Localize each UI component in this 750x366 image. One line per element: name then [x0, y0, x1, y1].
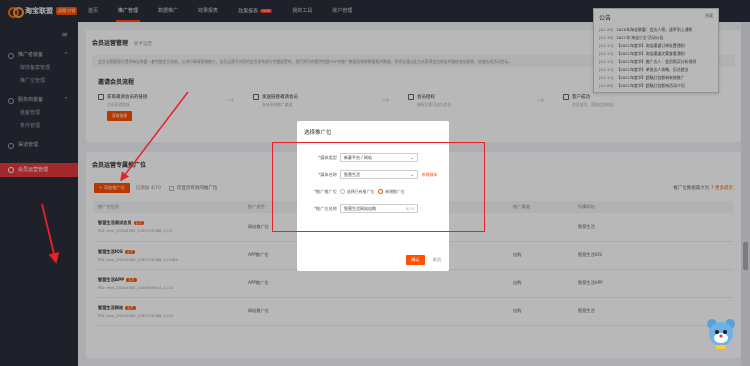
mascot-icon[interactable] — [706, 318, 736, 350]
annotation-box — [272, 142, 485, 232]
confirm-button[interactable]: 确认 — [406, 255, 425, 265]
cancel-button[interactable]: 取消 — [433, 257, 441, 263]
modal-footer: 确认 取消 — [406, 255, 441, 265]
modal-title: 选择推广位 — [297, 121, 449, 143]
